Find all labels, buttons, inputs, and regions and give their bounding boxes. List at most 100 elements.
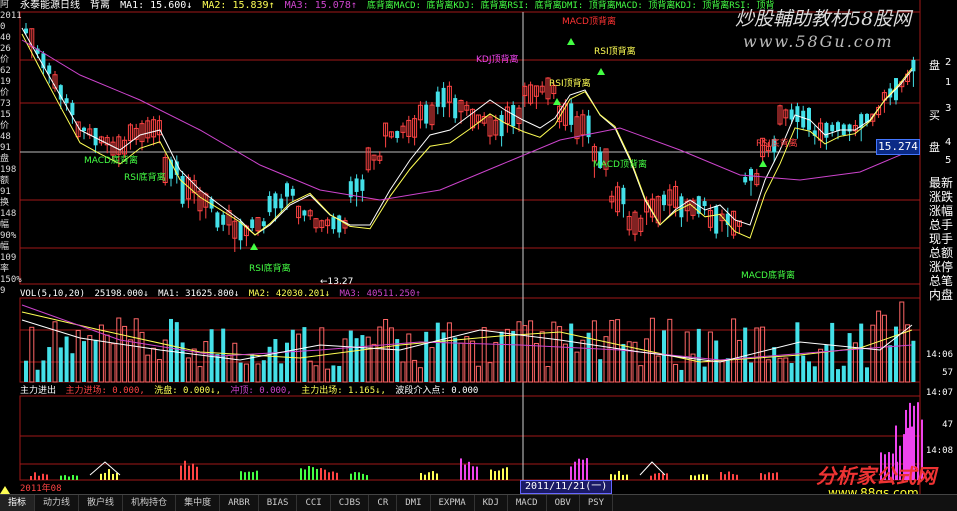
time-3: 14:07 [925, 388, 953, 398]
volume-bar-up [133, 318, 139, 383]
candle-down [795, 106, 800, 122]
volume-bar-up [754, 327, 760, 383]
tab-集中度[interactable]: 集中度 [176, 495, 221, 511]
volume-bar-up [876, 310, 882, 383]
signal-triangle [250, 243, 258, 250]
tab-指标[interactable]: 指标 [0, 495, 36, 511]
chart-canvas[interactable] [0, 0, 957, 510]
left-axis-label: 价 [0, 121, 10, 131]
annot-rsi-bottom-0: RSI底背离 [756, 139, 798, 149]
fund-bar [30, 476, 32, 480]
volume-bar-up [412, 359, 418, 383]
volume-bar-up [156, 359, 162, 383]
left-axis-label: 幅 [0, 220, 10, 230]
candle-down [743, 176, 748, 183]
tab-cci[interactable]: CCI [297, 495, 331, 511]
tab-dmi[interactable]: DMI [397, 495, 431, 511]
candle-down [250, 219, 255, 229]
fund-bar [662, 473, 664, 480]
volume-bar-up [655, 355, 661, 383]
left-axis-label: 0 [0, 22, 6, 32]
tab-kdj[interactable]: KDJ [475, 495, 508, 511]
volume-bar-down [348, 330, 353, 382]
volume-bar-up [533, 342, 539, 383]
date-left: 2011年08 [20, 484, 62, 494]
tab-bias[interactable]: BIAS [259, 495, 298, 511]
candle-down [261, 221, 266, 227]
volume-ma1: MA1: 31625.800↓ [158, 289, 240, 299]
volume-bar-down [812, 366, 817, 382]
volume-bar-down [35, 369, 40, 382]
volume-bar-up [243, 363, 249, 383]
candle-down [789, 109, 794, 120]
volume-bar-down [273, 339, 278, 382]
fund-bar [184, 460, 186, 480]
candle-down [70, 102, 75, 116]
volume-bar-up [580, 339, 586, 383]
fund-bar [320, 468, 322, 480]
fund-bar [702, 474, 704, 480]
tab-arbr[interactable]: ARBR [220, 495, 259, 511]
tab-cr[interactable]: CR [369, 495, 398, 511]
left-axis-label: 90% [0, 231, 17, 241]
fund-bar [626, 474, 628, 480]
tab-散户线[interactable]: 散户线 [79, 495, 124, 511]
buy-label-2: 盘 [929, 141, 940, 154]
sell-label: 盘 [929, 59, 940, 72]
volume-bar-down [360, 335, 365, 382]
watermark-url: www.58Gu.com [743, 32, 894, 51]
volume-bar-down [290, 329, 295, 382]
volume-bar-up [145, 354, 151, 383]
volume-bar-up [197, 366, 203, 383]
volume-bar-up [760, 326, 766, 383]
candle-down [499, 114, 504, 137]
volume-bar-up [545, 366, 551, 383]
left-axis-label: 9 [0, 286, 6, 296]
fund-bar [358, 472, 360, 480]
candle-down [749, 168, 753, 181]
tab-obv[interactable]: OBV [547, 495, 580, 511]
fund-bar [244, 472, 246, 480]
fund-bar [776, 472, 778, 480]
level-2: 1 [945, 77, 952, 88]
volume-bar-up [870, 324, 876, 383]
fund-bar [252, 472, 254, 480]
tab-expma[interactable]: EXPMA [431, 495, 475, 511]
volume-bar-down [511, 330, 516, 382]
tab-psy[interactable]: PSY [580, 495, 614, 511]
candle-down [441, 87, 446, 108]
annot-kdj-top: KDJ顶背离 [476, 55, 519, 65]
candle-down [238, 221, 243, 241]
fund-bar [502, 468, 504, 480]
ma2-label: MA2: 15.839↑ [202, 0, 275, 11]
watermark-bottom-title: 分析家公式网 [816, 464, 936, 488]
low-price-label: ←13.27 [320, 277, 354, 287]
volume-bar-down [847, 333, 852, 382]
fund-bar [336, 472, 338, 480]
tab-动力线[interactable]: 动力线 [35, 495, 80, 511]
quote-panel: 最新 涨跌 涨幅 总手 现手 总额 涨停 总笔 内盘 [925, 176, 957, 302]
fund-bar [354, 472, 356, 480]
candle-down [714, 206, 719, 234]
volume-bar-down [82, 341, 86, 382]
volume-bar-down [865, 367, 869, 382]
fund-bar [506, 467, 508, 480]
volume-bar-down [888, 345, 893, 382]
fund-bar [690, 475, 692, 480]
fund-bar [578, 458, 580, 480]
tab-机构持仓[interactable]: 机构持仓 [123, 495, 177, 511]
volume-bar-down [58, 347, 63, 382]
fund-bar [64, 475, 66, 480]
candle-down [302, 210, 307, 216]
candle-down [702, 201, 707, 207]
quote-field: 总笔 [928, 274, 953, 288]
indicator-tag: 背离 [90, 0, 111, 11]
volume-bar-up [539, 331, 545, 383]
left-axis-label: 91 [0, 143, 11, 153]
tab-cjbs[interactable]: CJBS [331, 495, 370, 511]
volume-bar-down [331, 365, 336, 382]
volume-bar-up [151, 347, 157, 383]
fund-bar [192, 463, 194, 480]
kline-header: 永泰能源日线 背离 MA1: 15.600↓ MA2: 15.839↑ MA3:… [20, 0, 778, 12]
tab-macd[interactable]: MACD [508, 495, 547, 511]
